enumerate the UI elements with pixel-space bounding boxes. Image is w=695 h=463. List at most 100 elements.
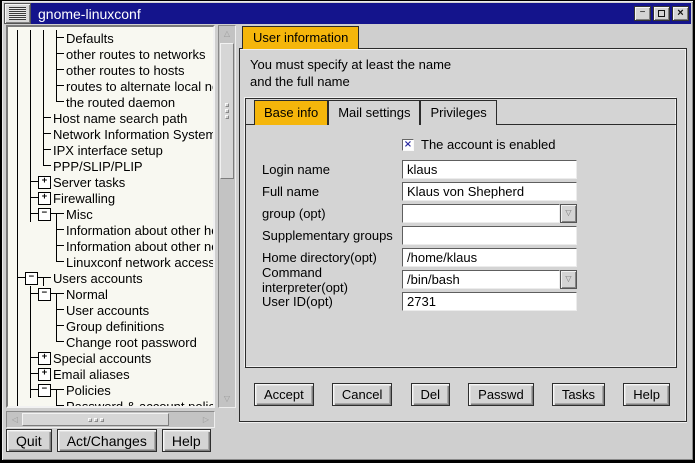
- main-buttons: QuitAct/ChangesHelp: [6, 429, 211, 452]
- form-row: Supplementary groups: [262, 226, 676, 245]
- tree-item-label: Change root password: [63, 335, 197, 350]
- tree-item[interactable]: IPX interface setup: [11, 142, 213, 158]
- text-input[interactable]: /bin/bash: [402, 270, 560, 289]
- text-input[interactable]: klaus: [402, 160, 577, 179]
- main-button[interactable]: Help: [162, 429, 211, 452]
- tree-connectors: [11, 62, 63, 78]
- action-button[interactable]: Cancel: [332, 383, 392, 406]
- card-tab[interactable]: Base info: [254, 100, 328, 125]
- close-button[interactable]: ×: [672, 6, 689, 21]
- action-button[interactable]: Help: [623, 383, 670, 406]
- card-tab-row: Base infoMail settingsPrivileges: [246, 99, 676, 125]
- main-button[interactable]: Quit: [6, 429, 52, 452]
- config-tree: Defaults other routes to networks other …: [6, 25, 215, 408]
- tree-item[interactable]: Normal: [11, 286, 213, 302]
- tree-connectors: [11, 78, 63, 94]
- tree-connectors: [11, 366, 50, 382]
- tree-horizontal-scrollbar[interactable]: ◁ ▷: [6, 411, 215, 428]
- menu-lines-icon: [9, 7, 26, 20]
- notice-text: You must specify at least the name and t…: [240, 49, 686, 90]
- tree-item[interactable]: Linuxconf network access: [11, 254, 213, 270]
- tab-user-information[interactable]: User information: [242, 26, 359, 49]
- window-title: gnome-linuxconf: [38, 6, 141, 22]
- field-label: Full name: [262, 184, 402, 199]
- card-tab[interactable]: Mail settings: [328, 100, 420, 125]
- tree-connectors: [11, 126, 50, 142]
- scroll-up-icon[interactable]: △: [219, 27, 235, 41]
- scroll-down-icon[interactable]: ▽: [219, 392, 235, 406]
- tree-item-label: Linuxconf network access: [63, 255, 215, 270]
- tree-item[interactable]: routes to alternate local nets: [11, 78, 213, 94]
- minimize-button[interactable]: −: [634, 6, 651, 21]
- field-label: Home directory(opt): [262, 250, 402, 265]
- tree-item[interactable]: Firewalling: [11, 190, 213, 206]
- text-input[interactable]: 2731: [402, 292, 577, 311]
- tree-item[interactable]: Server tasks: [11, 174, 213, 190]
- tree-item[interactable]: Network Information System: [11, 126, 213, 142]
- tree-item[interactable]: the routed daemon: [11, 94, 213, 110]
- text-input[interactable]: Klaus von Shepherd: [402, 182, 577, 201]
- action-button[interactable]: Passwd: [468, 383, 534, 406]
- tree-item[interactable]: Host name search path: [11, 110, 213, 126]
- dropdown-button[interactable]: ▽: [560, 270, 577, 289]
- form-row: group (opt) ▽: [262, 204, 676, 223]
- action-button[interactable]: Accept: [254, 383, 314, 406]
- scroll-right-icon[interactable]: ▷: [199, 413, 213, 427]
- titlebar: gnome-linuxconf − ×: [4, 3, 691, 24]
- tree-item[interactable]: other routes to hosts: [11, 62, 213, 78]
- right-panel: User information You must specify at lea…: [239, 25, 687, 460]
- tree-connectors: [11, 222, 63, 238]
- tree-item[interactable]: other routes to networks: [11, 46, 213, 62]
- tree-connectors: [11, 158, 50, 174]
- account-enabled-checkbox[interactable]: ×: [402, 139, 414, 151]
- tree-item[interactable]: Users accounts: [11, 270, 213, 286]
- tree-item-label: Group definitions: [63, 319, 164, 334]
- tree-item-label: Host name search path: [50, 111, 187, 126]
- window-menu-button[interactable]: [4, 3, 31, 24]
- card-tab[interactable]: Privileges: [420, 100, 496, 125]
- tree-item[interactable]: Special accounts: [11, 350, 213, 366]
- tree-item[interactable]: Misc: [11, 206, 213, 222]
- tree-connectors: [11, 46, 63, 62]
- thumb-grip: [88, 418, 104, 422]
- tree-item[interactable]: Group definitions: [11, 318, 213, 334]
- text-input[interactable]: [402, 204, 560, 223]
- horizontal-scroll-thumb[interactable]: [22, 413, 169, 426]
- dropdown-button[interactable]: ▽: [560, 204, 577, 223]
- tree-item[interactable]: User accounts: [11, 302, 213, 318]
- app-window: gnome-linuxconf − × Defaults other route…: [0, 0, 695, 463]
- tree-item[interactable]: Information about other networks: [11, 238, 213, 254]
- tree-item-label: Normal: [63, 287, 108, 302]
- tree-item[interactable]: Policies: [11, 382, 213, 398]
- tree-item-label: Network Information System: [50, 127, 215, 142]
- tree-item[interactable]: Password & account policies: [11, 398, 213, 408]
- tree-connectors: [11, 110, 50, 126]
- tree-item-label: Information about other networks: [63, 239, 215, 254]
- action-buttons: Accept Cancel Del Passwd Tasks Help: [254, 383, 670, 406]
- vertical-scroll-thumb[interactable]: [220, 43, 234, 179]
- action-button[interactable]: Tasks: [552, 383, 605, 406]
- maximize-button[interactable]: [653, 6, 670, 21]
- form-row: Full name Klaus von Shepherd: [262, 182, 676, 201]
- text-input[interactable]: /home/klaus: [402, 248, 577, 267]
- user-information-panel: You must specify at least the name and t…: [239, 48, 687, 422]
- tree-item-label: IPX interface setup: [50, 143, 163, 158]
- tree-connectors: [11, 174, 50, 190]
- tree-vertical-scrollbar[interactable]: △ ▽: [218, 25, 236, 408]
- scroll-left-icon[interactable]: ◁: [8, 413, 22, 427]
- text-input[interactable]: [402, 226, 577, 245]
- form-row: Command interpreter(opt) /bin/bash ▽: [262, 270, 676, 289]
- main-button[interactable]: Act/Changes: [57, 429, 157, 452]
- tree-item-label: other routes to networks: [63, 47, 205, 62]
- tree-item[interactable]: Email aliases: [11, 366, 213, 382]
- tree-item[interactable]: PPP/SLIP/PLIP: [11, 158, 213, 174]
- tree-item[interactable]: Defaults: [11, 30, 213, 46]
- tree-item-label: Users accounts: [50, 271, 143, 286]
- tree-item[interactable]: Change root password: [11, 334, 213, 350]
- panel-tab-row: User information: [239, 25, 687, 48]
- action-button[interactable]: Del: [411, 383, 451, 406]
- tree-connectors: [11, 190, 50, 206]
- field-label: Command interpreter(opt): [262, 265, 402, 295]
- tree-connectors: [11, 142, 50, 158]
- tree-item[interactable]: Information about other hosts: [11, 222, 213, 238]
